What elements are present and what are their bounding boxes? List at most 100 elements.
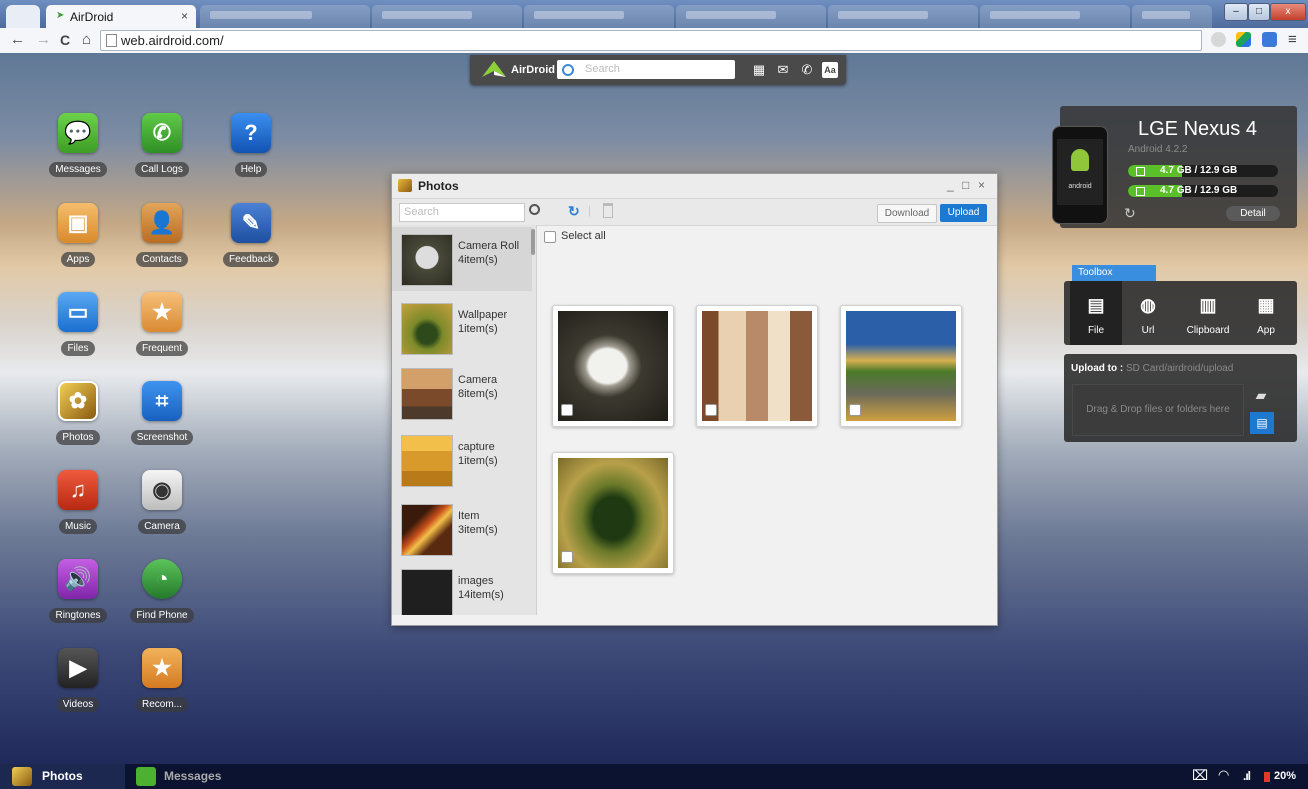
menu-icon[interactable]: ≡	[1288, 31, 1297, 49]
app-recommend[interactable]: ★ Recom...	[125, 648, 199, 728]
background-tab[interactable]	[524, 5, 674, 28]
photos-icon: ✿	[58, 381, 98, 421]
background-tab[interactable]	[676, 5, 826, 28]
photo-checkbox[interactable]	[705, 404, 717, 416]
trash-icon[interactable]	[603, 203, 613, 218]
device-refresh-icon[interactable]: ↻	[1124, 205, 1136, 222]
tab-close-icon[interactable]: ×	[181, 9, 188, 23]
app-screenshot[interactable]: ⌗ Screenshot	[125, 381, 199, 461]
photos-maximize-button[interactable]: □	[962, 178, 969, 192]
upload-path[interactable]: SD Card/airdroid/upload	[1126, 363, 1233, 374]
photo-tile[interactable]	[552, 452, 674, 574]
background-tab[interactable]	[200, 5, 370, 28]
google-drive-icon[interactable]	[1236, 32, 1251, 47]
device-model: LGE Nexus 4	[1138, 118, 1257, 140]
reload-icon[interactable]: C	[60, 31, 70, 49]
app-music[interactable]: ♫ Music	[41, 470, 115, 550]
tool-url[interactable]: ◍ Url	[1122, 281, 1174, 345]
home-icon[interactable]: ⌂	[82, 31, 91, 49]
clipboard-icon: ▥	[1199, 295, 1217, 315]
album-camera[interactable]: Camera 8item(s)	[392, 361, 532, 425]
photo-tile[interactable]	[696, 305, 818, 427]
app-help[interactable]: ? Help	[214, 113, 288, 193]
phone-icon[interactable]: ✆	[799, 62, 815, 78]
tab-strip: ➤ AirDroid × – □ x	[0, 0, 1308, 28]
album-list-scrollbar[interactable]	[531, 229, 535, 255]
tool-label: Clipboard	[1186, 325, 1230, 336]
photo-tile[interactable]	[552, 305, 674, 427]
window-close-button[interactable]: x	[1270, 3, 1306, 21]
album-wallpaper[interactable]: Wallpaper 1item(s)	[392, 296, 532, 360]
background-tab[interactable]	[980, 5, 1130, 28]
app-frequent[interactable]: ★ Frequent	[125, 292, 199, 372]
photos-close-button[interactable]: ×	[978, 178, 985, 192]
extension-airdroid-icon[interactable]	[1262, 32, 1277, 47]
app-photos[interactable]: ✿ Photos	[41, 381, 115, 461]
window-minimize-button[interactable]: –	[1224, 3, 1248, 21]
grid-icon[interactable]: ▦	[751, 62, 767, 78]
tool-clipboard[interactable]: ▥ Clipboard	[1178, 281, 1238, 345]
topbar-search-input[interactable]: Search	[557, 60, 735, 79]
window-maximize-button[interactable]: □	[1248, 3, 1270, 21]
photo-tile[interactable]	[840, 305, 962, 427]
font-size-icon[interactable]: Aa	[822, 62, 838, 78]
search-icon[interactable]	[529, 204, 540, 215]
app-feedback[interactable]: ✎ Feedback	[214, 203, 288, 283]
app-ringtones[interactable]: 🔊 Ringtones	[41, 559, 115, 639]
tab-airdroid[interactable]: ➤ AirDroid ×	[46, 5, 196, 28]
taskbar-item-photos[interactable]: Photos	[0, 764, 125, 789]
background-tab[interactable]	[372, 5, 522, 28]
album-images[interactable]: images 14item(s)	[392, 562, 532, 615]
app-videos[interactable]: ▶ Videos	[41, 648, 115, 728]
message-icon[interactable]: ✉	[775, 62, 791, 78]
upload-file-icon[interactable]: ▤	[1250, 412, 1274, 434]
extension-globe-icon[interactable]	[1211, 32, 1226, 47]
address-bar[interactable]: web.airdroid.com/	[100, 30, 1202, 51]
taskbar-label: Messages	[164, 769, 222, 783]
refresh-icon[interactable]: ↻	[568, 203, 580, 220]
airdroid-favicon-icon: ➤	[56, 10, 65, 21]
tool-file[interactable]: ▤ File	[1070, 281, 1122, 345]
tool-app[interactable]: ▦ App	[1240, 281, 1292, 345]
album-item[interactable]: Item 3item(s)	[392, 497, 532, 561]
file-icon: ▤	[1087, 295, 1105, 315]
back-icon[interactable]: ←	[10, 31, 25, 49]
forward-icon[interactable]: →	[36, 31, 51, 49]
app-apps[interactable]: ▣ Apps	[41, 203, 115, 283]
background-tab[interactable]	[828, 5, 978, 28]
taskbar-item-messages[interactable]: Messages	[130, 764, 240, 789]
detail-button[interactable]: Detail	[1226, 206, 1280, 221]
app-camera[interactable]: ◉ Camera	[125, 470, 199, 550]
album-camera-roll[interactable]: Camera Roll 4item(s)	[392, 227, 532, 291]
background-tab[interactable]	[1132, 5, 1212, 28]
download-button[interactable]: Download	[877, 204, 937, 223]
app-call-logs[interactable]: ✆ Call Logs	[125, 113, 199, 193]
photo-checkbox[interactable]	[849, 404, 861, 416]
album-thumbnail	[401, 504, 453, 556]
clapperboard-icon: ▶	[58, 648, 98, 688]
app-files[interactable]: ▭ Files	[41, 292, 115, 372]
sd-card-icon	[1136, 187, 1145, 196]
android-version: Android 4.2.2	[1128, 144, 1188, 155]
messages-icon	[136, 767, 156, 786]
album-name: capture	[458, 441, 495, 453]
airdroid-desktop: AirDroid Search ▦ ✉ ✆ Aa 💬 Messages ✆ Ca…	[0, 53, 1308, 764]
photos-titlebar[interactable]: Photos _ □ ×	[392, 174, 997, 199]
upload-button[interactable]: Upload	[940, 204, 987, 222]
app-contacts[interactable]: 👤 Contacts	[125, 203, 199, 283]
app-messages[interactable]: 💬 Messages	[41, 113, 115, 193]
battery-icon	[1264, 772, 1270, 782]
photo-checkbox[interactable]	[561, 551, 573, 563]
upload-folder-icon[interactable]: ▰	[1250, 384, 1272, 406]
app-find-phone[interactable]: ◔ Find Phone	[125, 559, 199, 639]
album-search-input[interactable]: Search	[399, 203, 525, 222]
photos-minimize-button[interactable]: _	[947, 178, 954, 192]
album-capture[interactable]: capture 1item(s)	[392, 428, 532, 492]
photo-checkbox[interactable]	[561, 404, 573, 416]
messages-icon: 💬	[58, 113, 98, 153]
album-list: Camera Roll 4item(s) Wallpaper 1item(s) Ca…	[392, 225, 537, 615]
drop-zone[interactable]: Drag & Drop files or folders here	[1072, 384, 1244, 436]
select-all-checkbox[interactable]	[544, 231, 556, 243]
profile-tab[interactable]	[6, 5, 40, 28]
select-all-label: Select all	[561, 230, 606, 242]
